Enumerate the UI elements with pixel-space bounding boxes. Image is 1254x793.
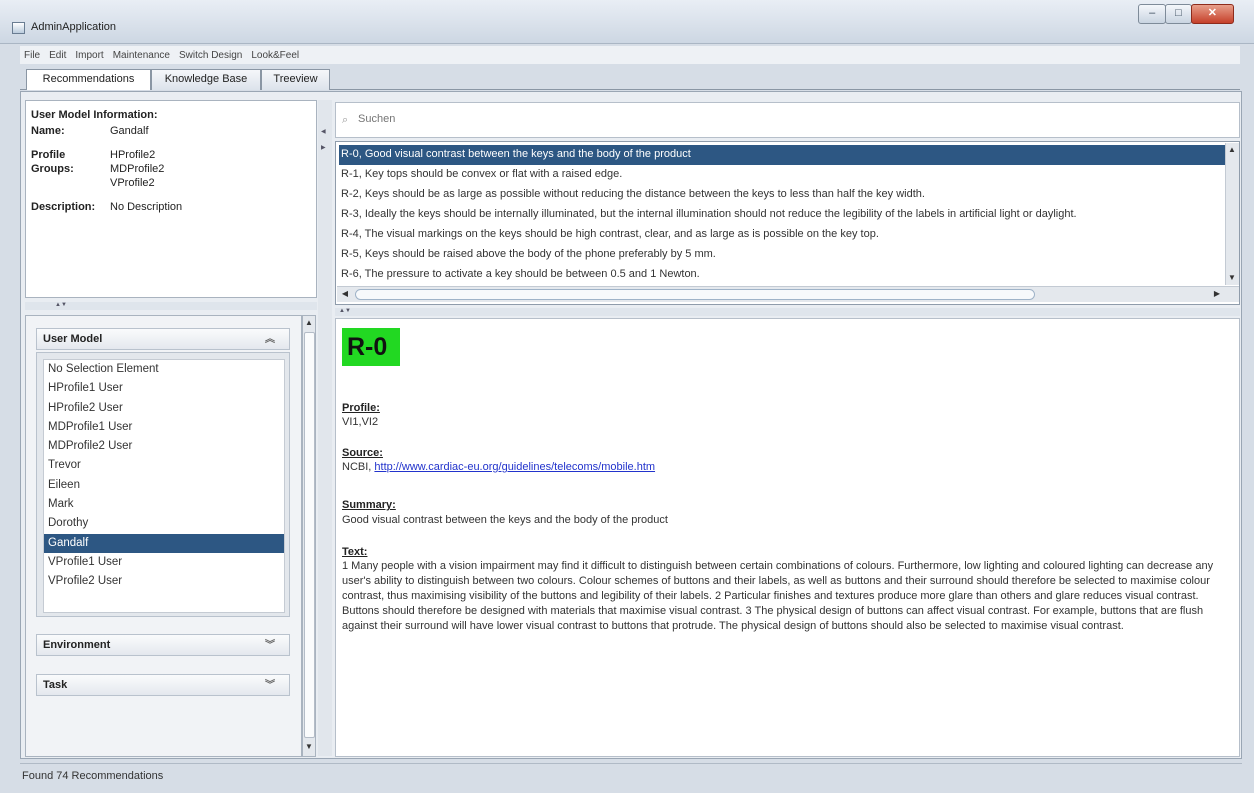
menu-import[interactable]: Import <box>75 50 103 61</box>
group-item: HProfile2 <box>110 149 156 161</box>
recommendation-item[interactable]: R-1, Key tops should be convex or flat w… <box>339 165 1225 185</box>
user-info-heading: User Model Information: <box>31 109 158 121</box>
list-item[interactable]: VProfile2 User <box>44 572 284 591</box>
name-label: Name: <box>31 125 65 137</box>
status-bar: Found 74 Recommendations <box>20 763 1242 787</box>
profile-label: Profile <box>31 149 66 161</box>
source-heading: Source: <box>342 447 383 459</box>
list-item-selected[interactable]: Gandalf <box>44 533 284 553</box>
list-item[interactable]: HProfile1 User <box>44 379 284 398</box>
close-button[interactable]: ✕ <box>1190 4 1234 24</box>
splitter-grip-icon[interactable]: ▲▼ <box>339 308 351 314</box>
recommendation-item-selected[interactable]: R-0, Good visual contrast between the ke… <box>339 145 1225 165</box>
app-icon <box>12 22 25 34</box>
window-controls: – □ ✕ <box>1138 4 1234 24</box>
groups-label: Groups: <box>31 163 74 175</box>
search-icon: ⌕ <box>342 114 349 126</box>
accordion-user-model-header[interactable]: User Model ︽ <box>36 328 290 350</box>
scroll-down-icon[interactable]: ▼ <box>1226 271 1238 285</box>
menu-look-and-feel[interactable]: Look&Feel <box>251 50 299 61</box>
splitter-grip-icon[interactable]: ▲▼ <box>55 302 67 308</box>
user-model-list-container: No Selection Element HProfile1 User HPro… <box>36 352 290 617</box>
user-name-value: Gandalf <box>110 125 149 137</box>
user-model-list: No Selection Element HProfile1 User HPro… <box>43 359 285 613</box>
menu-edit[interactable]: Edit <box>49 50 66 61</box>
accordion-task-label: Task <box>43 679 68 691</box>
right-horizontal-splitter[interactable]: ▲▼ <box>335 308 1240 316</box>
search-box: ⌕ <box>335 102 1240 138</box>
summary-heading: Summary: <box>342 499 396 511</box>
menu-maintenance[interactable]: Maintenance <box>113 50 170 61</box>
text-body: 1 Many people with a vision impairment m… <box>342 560 1214 632</box>
list-item[interactable]: No Selection Element <box>44 360 284 379</box>
window-title: AdminApplication <box>31 21 116 33</box>
menu-file[interactable]: File <box>24 50 40 61</box>
accordion-task-header[interactable]: Task ︾ <box>36 674 290 696</box>
list-item[interactable]: Dorothy <box>44 514 284 533</box>
list-item[interactable]: HProfile2 User <box>44 399 284 418</box>
summary-value: Good visual contrast between the keys an… <box>342 514 668 526</box>
description-value: No Description <box>110 201 183 213</box>
description-label: Description: <box>31 201 96 213</box>
text-heading: Text: <box>342 546 368 558</box>
tab-recommendations[interactable]: Recommendations <box>26 69 151 90</box>
list-item[interactable]: MDProfile2 User <box>44 437 284 456</box>
group-item: VProfile2 <box>110 177 155 189</box>
scroll-right-icon[interactable]: ▶ <box>1211 287 1223 301</box>
recommendation-id-badge: R-0 <box>342 328 400 366</box>
recommendation-item[interactable]: R-4, The visual markings on the keys sho… <box>339 225 1225 245</box>
group-item: MDProfile2 <box>110 163 165 175</box>
chevron-down-icon[interactable]: ︾ <box>265 635 275 656</box>
vertical-splitter[interactable]: ◀ ▶ <box>318 100 332 756</box>
source-value: NCBI, http://www.cardiac-eu.org/guidelin… <box>342 461 655 473</box>
scroll-thumb[interactable] <box>304 332 315 738</box>
recommendations-horizontal-scrollbar[interactable]: ◀ ▶ <box>337 286 1239 302</box>
splitter-grip-icon[interactable]: ▶ <box>321 144 326 151</box>
menu-switch-design[interactable]: Switch Design <box>179 50 242 61</box>
list-item[interactable]: MDProfile1 User <box>44 418 284 437</box>
scroll-left-icon[interactable]: ◀ <box>339 287 351 301</box>
chevron-up-icon[interactable]: ︽ <box>265 329 275 350</box>
profile-value: VI1,VI2 <box>342 416 379 428</box>
recommendations-list: R-0, Good visual contrast between the ke… <box>335 141 1240 305</box>
recommendation-item[interactable]: R-2, Keys should be as large as possible… <box>339 185 1225 205</box>
search-input[interactable] <box>356 112 960 126</box>
scroll-down-icon[interactable]: ▼ <box>303 740 315 754</box>
user-model-info-panel: User Model Information: Name: Gandalf Pr… <box>25 100 317 298</box>
profile-heading: Profile: <box>342 402 380 414</box>
tab-knowledge-base[interactable]: Knowledge Base <box>151 69 261 90</box>
left-horizontal-splitter[interactable]: ▲▼ <box>25 302 317 310</box>
title-bar: AdminApplication – □ ✕ <box>0 0 1254 44</box>
chevron-down-icon[interactable]: ︾ <box>265 675 275 696</box>
left-vertical-scrollbar[interactable]: ▲ ▼ <box>302 315 316 757</box>
recommendation-item[interactable]: R-6, The pressure to activate a key shou… <box>339 265 1225 285</box>
scroll-thumb[interactable] <box>355 289 1035 300</box>
menu-bar: File Edit Import Maintenance Switch Desi… <box>20 46 1240 64</box>
recommendations-vertical-scrollbar[interactable]: ▲ ▼ <box>1225 143 1239 285</box>
list-item[interactable]: VProfile1 User <box>44 553 284 572</box>
source-link[interactable]: http://www.cardiac-eu.org/guidelines/tel… <box>374 461 655 473</box>
maximize-button[interactable]: □ <box>1165 4 1192 24</box>
scroll-up-icon[interactable]: ▲ <box>303 316 315 330</box>
list-item[interactable]: Trevor <box>44 456 284 475</box>
accordion-environment-header[interactable]: Environment ︾ <box>36 634 290 656</box>
recommendation-detail-panel: R-0 Profile: VI1,VI2 Source: NCBI, http:… <box>335 318 1240 757</box>
tab-treeview[interactable]: Treeview <box>261 69 330 90</box>
list-item[interactable]: Eileen <box>44 476 284 495</box>
list-item[interactable]: Mark <box>44 495 284 514</box>
splitter-grip-icon[interactable]: ◀ <box>321 128 326 135</box>
accordion-user-model-label: User Model <box>43 333 103 345</box>
minimize-button[interactable]: – <box>1138 4 1167 24</box>
recommendation-item[interactable]: R-5, Keys should be raised above the bod… <box>339 245 1225 265</box>
source-prefix: NCBI, <box>342 461 372 473</box>
scroll-up-icon[interactable]: ▲ <box>1226 143 1238 157</box>
accordion-environment-label: Environment <box>43 639 111 651</box>
recommendation-item[interactable]: R-3, Ideally the keys should be internal… <box>339 205 1225 225</box>
accordion-panel: User Model ︽ No Selection Element HProfi… <box>25 315 302 757</box>
tab-bar: Recommendations Knowledge Base Treeview <box>20 66 1240 90</box>
